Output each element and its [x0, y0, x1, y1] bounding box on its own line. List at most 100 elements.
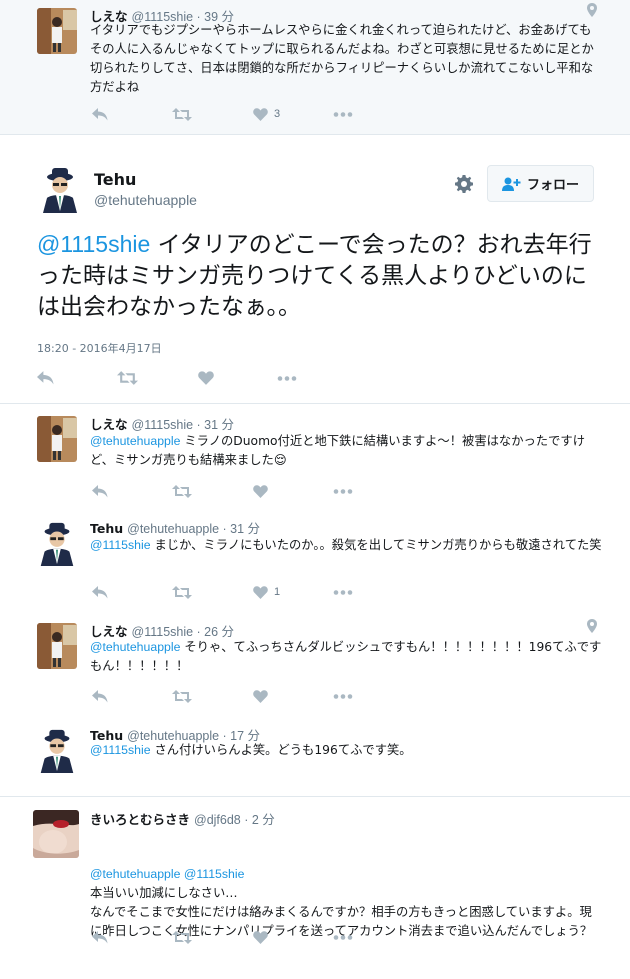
like-count: 3: [274, 108, 281, 120]
reply-button[interactable]: [92, 687, 108, 705]
avatar-tehu-large[interactable]: [37, 165, 83, 213]
tweet-text: @1115shie まじか、ミラノにもいたのか。。殺気を出してミサンガ売りからも…: [90, 536, 602, 555]
retweet-icon: [117, 371, 138, 385]
like-button[interactable]: [253, 687, 274, 705]
more-icon: [333, 589, 353, 595]
reply-tweet[interactable]: しえな @1115shie · 26 分 @tehutehuapple そりゃ、…: [0, 612, 630, 716]
tweet-text: @tehutehuapple @1115shie 本当いい加減にしなさい… なんで…: [90, 827, 602, 979]
reply-button[interactable]: [92, 482, 108, 500]
tweet-text-large: @1115shie イタリアのどこーで会ったの？おれ去年行った時はミサンガ売りつ…: [37, 229, 597, 323]
retweet-icon: [172, 930, 192, 944]
reply-button[interactable]: [92, 583, 108, 601]
author-handle[interactable]: @1115shie · 31 分: [132, 418, 235, 432]
tweet-header: Tehu @tehutehuapple · 31 分: [90, 518, 260, 537]
tweet-actions: [90, 482, 390, 502]
like-button[interactable]: [253, 928, 268, 946]
tweet-timestamp[interactable]: 18:20 - 2016年4月17日: [37, 340, 162, 356]
mention-link[interactable]: @1115shie: [90, 538, 151, 552]
more-icon: [333, 488, 353, 494]
reply-tweet[interactable]: しえな @1115shie · 31 分 @tehutehuapple ミラノの…: [0, 404, 630, 508]
tweet-actions: [90, 928, 390, 948]
reply-tweet[interactable]: きいろとむらさき @djf6d8 · 2 分 @tehutehuapple @1…: [0, 797, 630, 950]
like-icon: [198, 371, 214, 385]
author-handle[interactable]: @1115shie · 26 分: [132, 625, 235, 639]
tweet-text: @1115shie さん付けいらんよ笑。どうも196てふです笑。: [90, 741, 602, 760]
location-pin-icon[interactable]: [587, 3, 597, 17]
more-button[interactable]: [333, 928, 353, 946]
more-icon: [277, 375, 297, 381]
mention-link[interactable]: @1115shie: [90, 743, 151, 757]
like-button[interactable]: 3: [253, 105, 280, 123]
like-button[interactable]: 1: [253, 583, 280, 601]
like-icon: [253, 484, 268, 498]
mention-link[interactable]: @1115shie: [37, 231, 150, 257]
more-icon: [333, 934, 353, 940]
author-name[interactable]: しえな: [90, 417, 128, 432]
like-icon: [253, 689, 268, 703]
tweet-header: きいろとむらさき @djf6d8 · 2 分: [90, 809, 275, 828]
more-icon: [333, 693, 353, 699]
context-tweet[interactable]: しえな @1115shie · 39 分 イタリアでもジプシーやらホームレスやら…: [0, 0, 630, 135]
like-icon: [253, 585, 268, 599]
avatar-kiiro[interactable]: [33, 810, 79, 858]
more-button[interactable]: [333, 583, 353, 601]
retweet-button[interactable]: [172, 583, 192, 601]
reply-button[interactable]: [92, 928, 108, 946]
retweet-icon: [172, 107, 192, 121]
author-name[interactable]: Tehu: [94, 170, 136, 189]
add-user-icon: [501, 177, 521, 191]
mention-link[interactable]: @tehutehuapple: [90, 640, 180, 654]
retweet-icon: [172, 689, 192, 703]
avatar-shiena[interactable]: [37, 416, 77, 462]
reply-icon: [37, 371, 54, 385]
reply-icon: [92, 585, 108, 598]
location-pin-icon[interactable]: [587, 619, 597, 633]
reply-icon: [92, 107, 108, 120]
like-button[interactable]: [198, 369, 214, 387]
like-icon: [253, 107, 268, 121]
author-name[interactable]: しえな: [90, 624, 128, 639]
like-button[interactable]: [253, 482, 274, 500]
tweet-text: @tehutehuapple ミラノのDuomo付近と地下鉄に結構いますよ〜！被…: [90, 432, 602, 470]
retweet-button[interactable]: [172, 928, 192, 946]
retweet-button[interactable]: [172, 687, 192, 705]
more-button[interactable]: [333, 105, 353, 123]
mention-link[interactable]: @tehutehuapple @1115shie: [90, 865, 602, 884]
like-count: 1: [274, 586, 281, 598]
avatar-shiena[interactable]: [37, 8, 77, 54]
retweet-icon: [172, 585, 192, 599]
follow-label: フォロー: [526, 178, 579, 193]
avatar-shiena[interactable]: [37, 623, 77, 669]
tweet-header: しえな @1115shie · 31 分: [90, 414, 234, 433]
follow-button[interactable]: フォロー: [487, 165, 594, 202]
retweet-button[interactable]: [172, 482, 192, 500]
retweet-button[interactable]: [172, 105, 192, 123]
tweet-text: @tehutehuapple そりゃ、てふっちさんダルビッシュですもん！！！！！…: [90, 638, 602, 676]
tweet-actions: [90, 687, 390, 707]
tweet-actions: 1: [90, 583, 390, 603]
reply-icon: [92, 484, 108, 497]
reply-text: まじか、ミラノにもいたのか。。殺気を出してミサンガ売りからも敬遠されてた笑: [150, 538, 602, 552]
tweet-actions: 3: [90, 105, 390, 125]
avatar-tehu[interactable]: [35, 727, 79, 773]
reply-tweet[interactable]: Tehu @tehutehuapple · 31 分 @1115shie まじか…: [0, 508, 630, 612]
author-handle[interactable]: @tehutehuapple · 31 分: [127, 522, 260, 536]
mention-link[interactable]: @tehutehuapple: [90, 434, 180, 448]
author-handle[interactable]: @djf6d8 · 2 分: [194, 813, 275, 827]
reply-icon: [92, 930, 108, 943]
gear-icon[interactable]: [455, 175, 473, 193]
reply-button[interactable]: [37, 369, 54, 387]
retweet-button[interactable]: [117, 369, 138, 387]
like-icon: [253, 930, 268, 944]
reply-tweet[interactable]: Tehu @tehutehuapple · 17 分 @1115shie さん付…: [0, 716, 630, 796]
more-button[interactable]: [333, 482, 353, 500]
avatar-tehu[interactable]: [35, 520, 79, 566]
reply-icon: [92, 689, 108, 702]
more-icon: [333, 111, 353, 117]
author-name[interactable]: きいろとむらさき: [90, 812, 190, 827]
reply-button[interactable]: [92, 105, 108, 123]
more-button[interactable]: [333, 687, 353, 705]
more-button[interactable]: [277, 369, 297, 387]
author-handle[interactable]: @tehutehuapple: [94, 192, 197, 208]
author-name[interactable]: Tehu: [90, 521, 123, 536]
